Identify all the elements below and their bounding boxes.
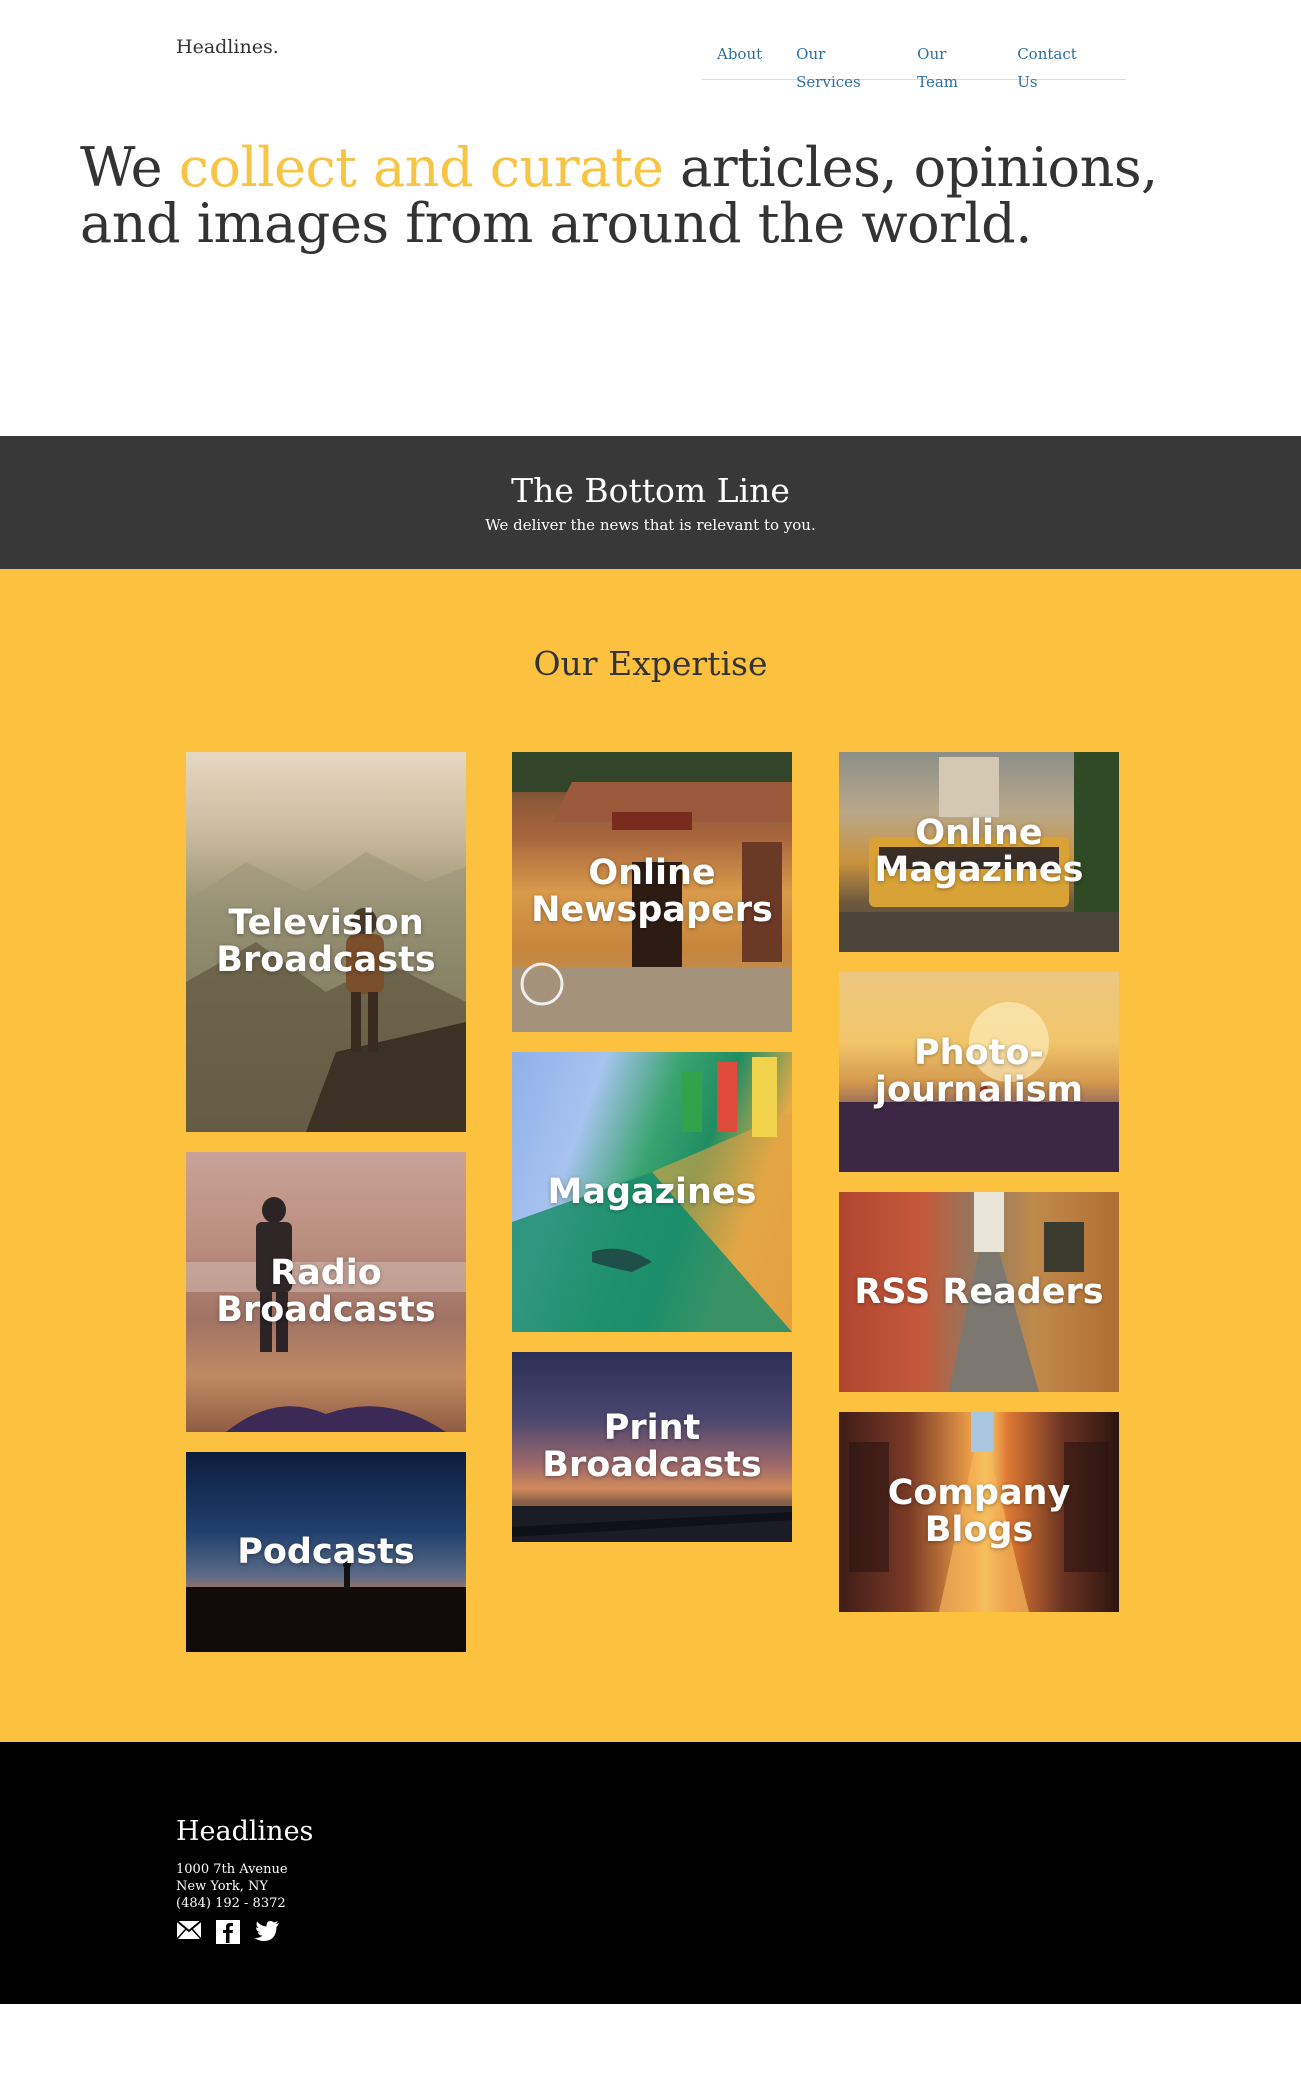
nav-link-about[interactable]: About — [717, 40, 762, 68]
tile-rss-readers[interactable]: RSS Readers — [839, 1192, 1119, 1392]
tile-label: Podcasts — [237, 1531, 415, 1572]
tile-label: RSS Readers — [854, 1271, 1104, 1312]
footer-title: Headlines — [176, 1816, 314, 1847]
main-nav: About Our Services Our Team Contact Us — [702, 40, 1126, 91]
tile-label: Photo-journalism — [874, 1033, 1084, 1110]
nav-link-contact-us[interactable]: Contact Us — [1017, 40, 1092, 96]
hero-text-before: We — [80, 136, 179, 199]
site-footer: Headlines 1000 7th Avenue New York, NY (… — [0, 1742, 1301, 2004]
tile-label: Magazines — [547, 1171, 757, 1212]
site-logo[interactable]: Headlines. — [176, 36, 279, 58]
tile-label: Online Magazines — [874, 813, 1084, 890]
phone-number: (484) 192 - 8372 — [176, 1896, 286, 1911]
tile-company-blogs[interactable]: Company Blogs — [839, 1412, 1119, 1612]
tile-photojournalism[interactable]: Photo-journalism — [839, 972, 1119, 1172]
nav-link-our-services[interactable]: Our Services — [796, 40, 883, 96]
tile-label: Television Broadcasts — [216, 903, 436, 980]
bottom-line-subtitle: We deliver the news that is relevant to … — [485, 516, 816, 534]
address-line-2: New York, NY — [176, 1879, 268, 1894]
site-header: Headlines. About Our Services Our Team C… — [0, 0, 1301, 100]
address-line-1: 1000 7th Avenue — [176, 1862, 288, 1877]
tile-label: Radio Broadcasts — [216, 1253, 436, 1330]
expertise-title: Our Expertise — [533, 644, 768, 683]
social-links — [176, 1920, 280, 1948]
tile-online-magazines[interactable]: Online Magazines — [839, 752, 1119, 952]
tile-radio-broadcasts[interactable]: Radio Broadcasts — [186, 1152, 466, 1432]
twitter-icon[interactable] — [254, 1920, 280, 1948]
tile-label: Online Newspapers — [531, 853, 773, 930]
tile-magazines[interactable]: Magazines — [512, 1052, 792, 1332]
footer-address: 1000 7th Avenue New York, NY (484) 192 -… — [176, 1861, 288, 1912]
tile-television-broadcasts[interactable]: Television Broadcasts — [186, 752, 466, 1132]
facebook-icon[interactable] — [216, 1920, 240, 1948]
bottom-line-title: The Bottom Line — [511, 471, 790, 510]
hero-text-accent: collect and curate — [178, 136, 664, 199]
tile-label: Print Broadcasts — [542, 1408, 762, 1485]
bottom-line-section: The Bottom Line We deliver the news that… — [0, 436, 1301, 569]
mail-icon[interactable] — [176, 1920, 202, 1948]
tile-label: Company Blogs — [887, 1473, 1071, 1550]
nav-link-our-team[interactable]: Our Team — [917, 40, 983, 96]
tile-podcasts[interactable]: Podcasts — [186, 1452, 466, 1652]
hero-heading: We collect and curate articles, opinions… — [80, 140, 1240, 252]
tile-print-broadcasts[interactable]: Print Broadcasts — [512, 1352, 792, 1542]
tile-online-newspapers[interactable]: Online Newspapers — [512, 752, 792, 1032]
